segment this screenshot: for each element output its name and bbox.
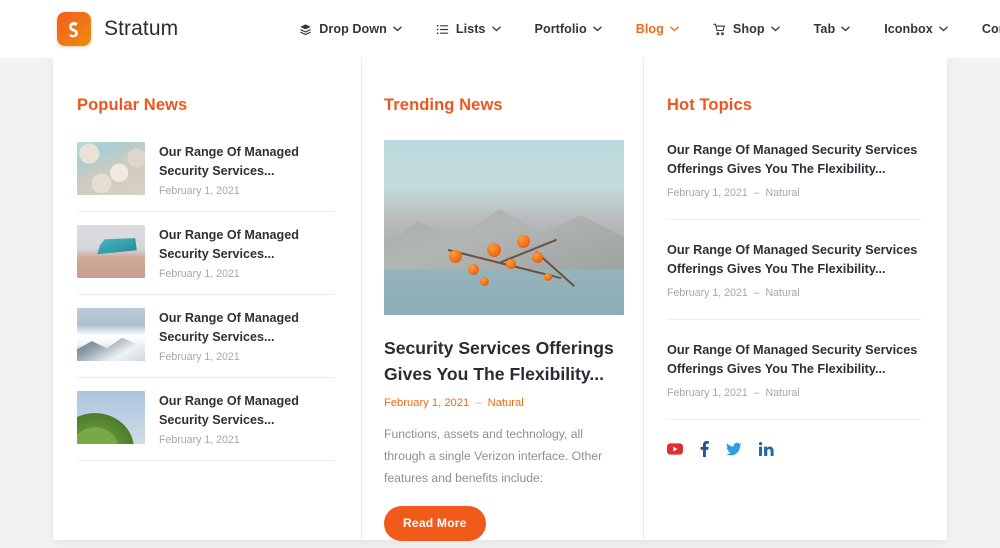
stratum-s-logo-icon bbox=[57, 12, 91, 46]
post-category[interactable]: Natural bbox=[488, 397, 524, 409]
branch-shape bbox=[437, 224, 591, 312]
layers-icon bbox=[299, 23, 312, 36]
list-item[interactable]: Our Range Of Managed Security Services..… bbox=[77, 212, 335, 295]
post-thumbnail[interactable] bbox=[77, 225, 145, 278]
featured-post-meta: February 1, 2021 – Natural bbox=[384, 397, 621, 409]
nav-item-shop[interactable]: Shop bbox=[696, 22, 797, 36]
post-date: February 1, 2021 bbox=[667, 287, 748, 299]
chevron-down-icon bbox=[592, 26, 602, 32]
chevron-down-icon bbox=[393, 26, 402, 32]
nav-item-label: Contact bbox=[981, 22, 1000, 36]
chevron-down-icon bbox=[939, 26, 948, 32]
chevron-down-icon bbox=[841, 26, 850, 32]
nav-item-label: Shop bbox=[732, 22, 765, 36]
nav-item-label: Lists bbox=[455, 22, 486, 36]
social-links bbox=[667, 441, 921, 457]
chevron-down-icon bbox=[770, 26, 780, 32]
post-date: February 1, 2021 bbox=[159, 185, 240, 197]
chevron-down-icon bbox=[491, 26, 501, 32]
nav-item-label: Drop Down bbox=[319, 22, 387, 36]
nav-item-blog[interactable]: Blog bbox=[619, 22, 696, 36]
post-date: February 1, 2021 bbox=[667, 187, 748, 199]
trending-news-column: Trending News Security Services Offering… bbox=[361, 58, 643, 541]
post-category[interactable]: Natural bbox=[766, 287, 800, 299]
nav-item-label: Iconbox bbox=[884, 22, 933, 36]
post-date: February 1, 2021 bbox=[159, 351, 240, 363]
post-title[interactable]: Our Range Of Managed Security Services..… bbox=[159, 309, 335, 346]
post-title[interactable]: Our Range Of Managed Security Services O… bbox=[667, 341, 921, 379]
hot-topics-heading: Hot Topics bbox=[667, 96, 753, 114]
list-item[interactable]: Our Range Of Managed Security Services..… bbox=[77, 378, 335, 461]
linkedin-icon[interactable] bbox=[759, 442, 774, 456]
nav-item-label: Blog bbox=[635, 22, 664, 36]
post-title[interactable]: Our Range Of Managed Security Services..… bbox=[159, 226, 335, 263]
post-meta: February 1, 2021 – Natural bbox=[667, 387, 921, 399]
popular-news-heading: Popular News bbox=[77, 96, 188, 114]
post-title[interactable]: Our Range Of Managed Security Services..… bbox=[159, 143, 335, 180]
post-date: February 1, 2021 bbox=[159, 268, 240, 280]
post-thumbnail[interactable] bbox=[77, 391, 145, 444]
post-meta: February 1, 2021 – Natural bbox=[667, 287, 921, 299]
post-category[interactable]: Natural bbox=[766, 387, 800, 399]
nav-item-label: Tab bbox=[813, 22, 836, 36]
post-category[interactable]: Natural bbox=[766, 187, 800, 199]
brand-name: Stratum bbox=[104, 17, 179, 40]
meta-separator: – bbox=[475, 397, 482, 409]
post-thumbnail[interactable] bbox=[77, 142, 145, 195]
post-date: February 1, 2021 bbox=[667, 387, 748, 399]
facebook-icon[interactable] bbox=[700, 441, 709, 457]
featured-post-title[interactable]: Security Services Offerings Gives You Th… bbox=[384, 335, 621, 387]
cart-icon bbox=[713, 23, 726, 36]
list-item[interactable]: Our Range Of Managed Security Services..… bbox=[77, 140, 335, 212]
list-item[interactable]: Our Range Of Managed Security Services O… bbox=[667, 241, 921, 320]
twitter-icon[interactable] bbox=[726, 442, 742, 456]
nav-item-tab[interactable]: Tab bbox=[797, 22, 868, 36]
post-title[interactable]: Our Range Of Managed Security Services..… bbox=[159, 392, 335, 429]
post-date: February 1, 2021 bbox=[159, 434, 240, 446]
nav-item-portfolio[interactable]: Portfolio bbox=[518, 22, 619, 36]
main-nav: Drop Down Lists Portfolio Blog Shop Tab … bbox=[282, 22, 1000, 36]
meta-separator: – bbox=[753, 287, 760, 299]
chevron-down-icon bbox=[670, 26, 679, 32]
nav-item-contact[interactable]: Contact bbox=[965, 22, 1000, 36]
post-meta: February 1, 2021 – Natural bbox=[667, 187, 921, 199]
list-icon bbox=[436, 23, 449, 36]
nav-item-lists[interactable]: Lists bbox=[419, 22, 518, 36]
meta-separator: – bbox=[753, 187, 760, 199]
nav-item-label: Portfolio bbox=[534, 22, 587, 36]
featured-post-excerpt: Functions, assets and technology, all th… bbox=[384, 427, 603, 485]
list-item[interactable]: Our Range Of Managed Security Services O… bbox=[667, 140, 921, 220]
nav-item-drop-down[interactable]: Drop Down bbox=[282, 22, 419, 36]
popular-news-column: Popular News Our Range Of Managed Securi… bbox=[53, 58, 361, 540]
post-date: February 1, 2021 bbox=[384, 397, 470, 409]
hot-topics-column: Hot Topics Our Range Of Managed Security… bbox=[643, 58, 947, 540]
meta-separator: – bbox=[753, 387, 760, 399]
post-thumbnail[interactable] bbox=[77, 308, 145, 361]
read-more-button[interactable]: Read More bbox=[384, 506, 486, 541]
content-card: Popular News Our Range Of Managed Securi… bbox=[53, 58, 947, 541]
site-header: Stratum Drop Down Lists Portfolio Blog S… bbox=[0, 0, 1000, 58]
post-title[interactable]: Our Range Of Managed Security Services O… bbox=[667, 141, 921, 179]
list-item[interactable]: Our Range Of Managed Security Services O… bbox=[667, 341, 921, 420]
post-title[interactable]: Our Range Of Managed Security Services O… bbox=[667, 241, 921, 279]
featured-post-image[interactable] bbox=[384, 140, 624, 315]
list-item[interactable]: Our Range Of Managed Security Services..… bbox=[77, 295, 335, 378]
trending-news-heading: Trending News bbox=[384, 96, 503, 114]
youtube-icon[interactable] bbox=[667, 443, 683, 455]
nav-item-iconbox[interactable]: Iconbox bbox=[867, 22, 965, 36]
brand-logo[interactable]: Stratum bbox=[57, 12, 178, 46]
